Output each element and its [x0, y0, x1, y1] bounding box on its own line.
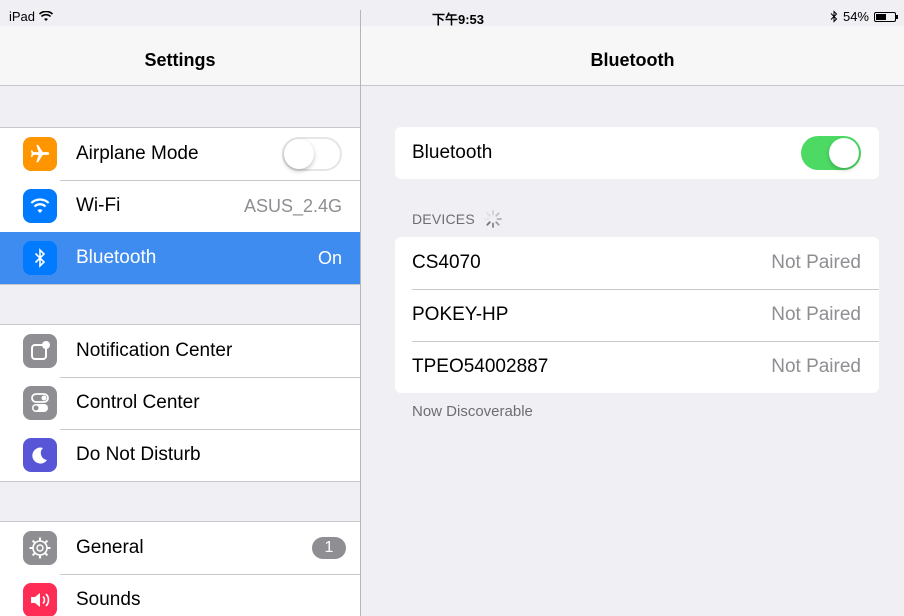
wifi-network-value: ASUS_2.4G — [243, 195, 342, 216]
control-center-label: Control Center — [76, 392, 200, 413]
battery-fill — [876, 13, 886, 20]
device-row-pokey-hp[interactable]: POKEY-HP Not Paired — [395, 289, 879, 341]
status-bar: iPad 下午9:53 54% — [0, 0, 904, 27]
device-name: CS4070 — [412, 252, 481, 273]
bluetooth-toggle-label: Bluetooth — [412, 142, 493, 163]
device-pair-status: Not Paired — [771, 252, 861, 273]
wifi-signal-icon — [39, 11, 54, 21]
settings-row-wifi[interactable]: Wi-Fi ASUS_2.4G — [0, 180, 360, 232]
device-row-cs4070[interactable]: CS4070 Not Paired — [395, 237, 879, 289]
bluetooth-status-value: On — [317, 247, 342, 268]
devices-section-header: DEVICES — [412, 209, 503, 229]
bluetooth-toggle-card: Bluetooth — [395, 127, 879, 179]
airplane-icon — [23, 137, 57, 171]
settings-group-notifications: Notification Center Control Center Do No… — [0, 324, 360, 482]
toggle-knob — [284, 139, 314, 169]
do-not-disturb-label: Do Not Disturb — [76, 444, 201, 465]
moon-icon — [23, 438, 57, 472]
status-time: 下午9:53 — [432, 12, 485, 27]
devices-list: CS4070 Not Paired POKEY-HP Not Paired TP… — [395, 237, 879, 393]
bluetooth-label: Bluetooth — [76, 247, 157, 268]
bluetooth-icon — [23, 241, 57, 275]
bluetooth-toggle[interactable] — [801, 136, 861, 170]
notification-center-icon — [23, 334, 57, 368]
settings-row-notification-center[interactable]: Notification Center — [0, 325, 360, 377]
settings-group-general: General 1 Sounds — [0, 521, 360, 616]
speaker-icon — [23, 583, 57, 616]
settings-row-sounds[interactable]: Sounds — [0, 574, 360, 616]
general-label: General — [76, 537, 144, 558]
bluetooth-page-title: Bluetooth — [590, 50, 675, 70]
update-badge: 1 — [312, 537, 346, 559]
battery-icon — [874, 11, 898, 22]
airplane-mode-toggle[interactable] — [282, 137, 342, 171]
gear-icon — [23, 531, 57, 565]
device-pair-status: Not Paired — [771, 356, 861, 377]
notification-center-label: Notification Center — [76, 340, 233, 361]
bluetooth-status-icon — [830, 10, 838, 23]
toggle-knob — [829, 138, 859, 168]
loading-spinner-icon — [483, 210, 502, 228]
sounds-label: Sounds — [76, 589, 141, 610]
wifi-label: Wi-Fi — [76, 195, 121, 216]
settings-row-general[interactable]: General 1 — [0, 522, 360, 574]
battery-percent: 54% — [842, 9, 869, 24]
device-name: iPad — [9, 9, 36, 24]
bluetooth-toggle-row: Bluetooth — [395, 127, 879, 179]
device-pair-status: Not Paired — [771, 304, 861, 325]
airplane-mode-label: Airplane Mode — [76, 143, 199, 164]
wifi-icon — [23, 189, 57, 223]
device-name: POKEY-HP — [412, 304, 509, 325]
device-row-tpeo54002887[interactable]: TPEO54002887 Not Paired — [395, 341, 879, 393]
settings-row-bluetooth[interactable]: Bluetooth On — [0, 232, 360, 284]
control-center-icon — [23, 386, 57, 420]
settings-row-control-center[interactable]: Control Center — [0, 377, 360, 429]
device-name: TPEO54002887 — [412, 356, 549, 377]
settings-group-connectivity: Airplane Mode Wi-Fi ASUS_2.4G Bluetooth … — [0, 127, 360, 285]
pane-divider — [360, 10, 361, 616]
settings-row-airplane-mode[interactable]: Airplane Mode — [0, 128, 360, 180]
settings-row-do-not-disturb[interactable]: Do Not Disturb — [0, 429, 360, 481]
discoverable-status-text: Now Discoverable — [412, 403, 533, 420]
settings-title: Settings — [144, 50, 216, 70]
devices-header-label: DEVICES — [412, 211, 475, 227]
